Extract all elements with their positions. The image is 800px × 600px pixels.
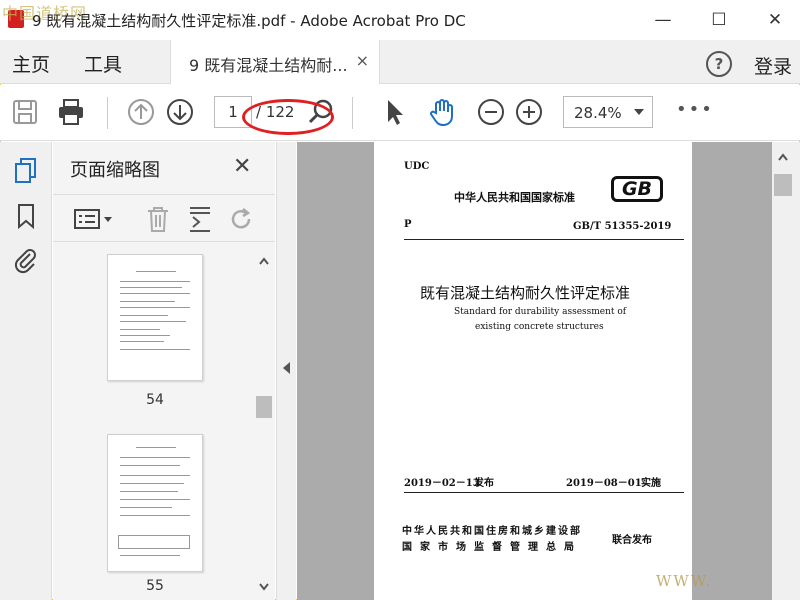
document-title-cn: 既有混凝土结构耐久性评定标准: [420, 284, 631, 302]
thumbnail-text-line: [120, 281, 190, 282]
document-title-en-1: Standard for durability assessment of: [454, 307, 627, 317]
scroll-up-icon[interactable]: [777, 152, 789, 164]
thumbnail-page-54[interactable]: [107, 254, 203, 381]
toolbar-separator: [352, 97, 353, 129]
standard-code: GB/T 51355-2019: [573, 221, 672, 232]
maximize-button[interactable]: ☐: [696, 4, 742, 36]
window-title: 9 既有混凝土结构耐久性评定标准.pdf - Adobe Acrobat Pro…: [32, 12, 466, 30]
page-thumbnails-icon[interactable]: [12, 156, 40, 184]
thumbnail-text-line: [120, 475, 190, 476]
tab-close-icon[interactable]: ×: [356, 51, 369, 70]
thumbnail-text-line: [120, 321, 186, 322]
thumbnail-text-line: [120, 341, 164, 342]
horizontal-rule: [404, 492, 684, 493]
thumbnail-page-55[interactable]: [107, 434, 203, 572]
document-view[interactable]: UDC 中华人民共和国国家标准 GB P GB/T 51355-2019 既有混…: [297, 142, 772, 600]
thumbnail-text-line: [120, 483, 184, 484]
rotate-page-icon[interactable]: [229, 205, 255, 233]
panel-close-icon[interactable]: ✕: [233, 154, 251, 179]
p-label: P: [404, 219, 412, 230]
help-icon[interactable]: ?: [706, 51, 732, 77]
scrollbar-thumb[interactable]: [256, 396, 272, 418]
red-annotation-circle: [242, 99, 334, 135]
tab-bar: 主页 工具: [0, 40, 800, 84]
thumbnail-text-line: [120, 515, 190, 516]
thumbnail-text-line: [120, 335, 170, 336]
collapse-panel-icon[interactable]: [283, 362, 290, 374]
print-icon[interactable]: [56, 97, 86, 127]
thumbnail-text-line: [120, 307, 190, 308]
document-scrollbar[interactable]: [772, 142, 800, 600]
thumbnail-table: [118, 535, 190, 549]
thumbnail-text-line: [120, 315, 168, 316]
hand-tool-icon[interactable]: [427, 97, 457, 127]
thumbnail-label: 55: [146, 578, 164, 594]
insert-page-icon[interactable]: [187, 205, 213, 233]
thumbnail-text-line: [120, 301, 175, 302]
panel-splitter[interactable]: [276, 142, 296, 600]
thumbnail-text-line: [120, 293, 190, 294]
close-window-button[interactable]: ✕: [752, 4, 798, 36]
save-icon[interactable]: [10, 97, 40, 127]
thumbnail-text-line: [120, 457, 190, 458]
delete-page-icon[interactable]: [145, 205, 171, 233]
thumbnail-panel: 页面缩略图 ✕ 54 55: [53, 142, 275, 600]
thumbnail-text-line: [120, 499, 190, 500]
main-toolbar: 1 / 122 28.4% •••: [0, 85, 800, 141]
effective-label: 实施: [641, 478, 661, 489]
next-page-icon[interactable]: [165, 97, 195, 127]
thumbnail-text-line: [120, 287, 182, 288]
tab-home[interactable]: 主页: [12, 50, 50, 77]
attachment-icon[interactable]: [12, 246, 40, 274]
zoom-in-icon[interactable]: [514, 97, 544, 127]
options-menu-icon[interactable]: [73, 207, 113, 231]
document-tab-label: 9 既有混凝土结构耐...: [189, 56, 348, 75]
chevron-down-icon: [634, 109, 644, 115]
national-standard-label: 中华人民共和国国家标准: [454, 191, 575, 204]
effective-date: 2019－08－01: [566, 478, 642, 489]
gb-logo: GB: [611, 176, 663, 202]
publish-label: 发布: [474, 478, 494, 489]
publish-date: 2019－02－13: [404, 478, 480, 489]
issuer-1: 中华人民共和国住房和城乡建设部: [402, 526, 582, 537]
thumbnail-text-line: [120, 465, 180, 466]
minimize-button[interactable]: —: [640, 4, 686, 36]
document-tab[interactable]: 9 既有混凝土结构耐... ×: [170, 40, 380, 84]
document-title-en-2: existing concrete structures: [475, 322, 604, 332]
login-button[interactable]: 登录: [754, 52, 792, 79]
horizontal-rule: [404, 239, 684, 240]
thumbnail-text-line: [120, 555, 180, 556]
bookmark-icon[interactable]: [12, 202, 40, 230]
thumbnail-scrollbar[interactable]: [256, 254, 272, 596]
left-navigation-pane: [0, 142, 52, 600]
thumbnail-text-line: [120, 491, 178, 492]
zoom-value: 28.4%: [574, 104, 622, 122]
watermark-www: WWW.: [656, 572, 713, 590]
previous-page-icon[interactable]: [126, 97, 156, 127]
thumbnail-text-line: [136, 271, 176, 272]
zoom-select[interactable]: 28.4%: [563, 96, 653, 128]
document-page: UDC 中华人民共和国国家标准 GB P GB/T 51355-2019 既有混…: [374, 142, 692, 600]
issuer-2: 国家市场监督管理总局: [402, 542, 582, 553]
more-tools-button[interactable]: •••: [676, 99, 714, 120]
panel-toolbar: [53, 194, 275, 242]
scroll-down-icon[interactable]: [258, 580, 270, 592]
toolbar-separator: [107, 97, 108, 129]
thumbnail-text-line: [120, 349, 190, 350]
thumbnail-text-line: [120, 507, 172, 508]
thumbnail-text-line: [120, 329, 160, 330]
tab-tools[interactable]: 工具: [84, 50, 122, 77]
thumbnail-label: 54: [146, 392, 164, 408]
select-arrow-icon[interactable]: [380, 97, 410, 127]
zoom-out-icon[interactable]: [476, 97, 506, 127]
thumbnail-text-line: [136, 447, 176, 448]
joint-issue-label: 联合发布: [612, 535, 652, 546]
title-bar: 中国道桥网 9 既有混凝土结构耐久性评定标准.pdf - Adobe Acrob…: [0, 0, 800, 40]
scrollbar-thumb[interactable]: [774, 174, 792, 196]
udc-label: UDC: [404, 161, 430, 172]
scroll-up-icon[interactable]: [258, 256, 270, 268]
panel-title: 页面缩略图: [70, 160, 160, 181]
